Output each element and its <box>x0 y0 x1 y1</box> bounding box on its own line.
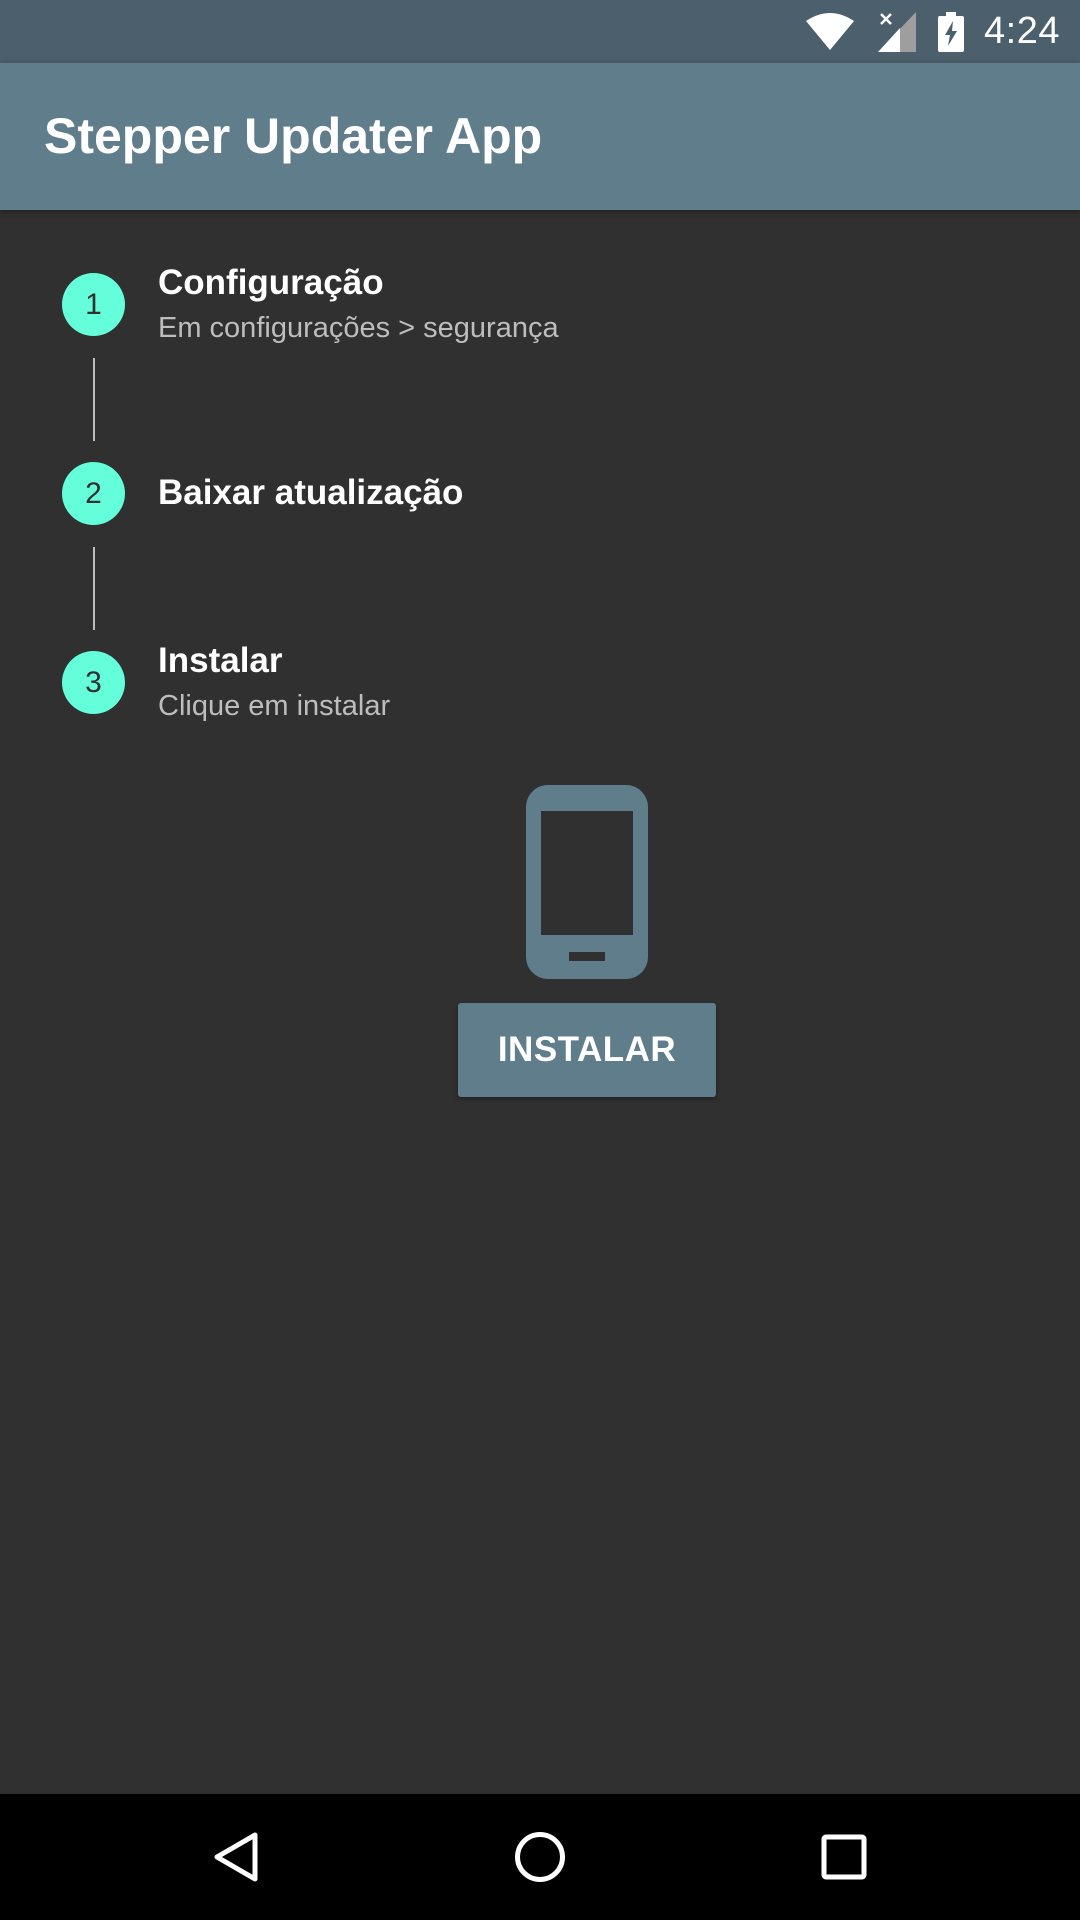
step-connector <box>93 358 95 441</box>
app-bar: Stepper Updater App <box>0 63 1080 210</box>
status-bar: 4:24 <box>0 0 1080 63</box>
home-button[interactable] <box>477 1794 603 1920</box>
recents-icon <box>821 1834 867 1880</box>
smartphone-icon <box>526 785 648 979</box>
nav-bar <box>0 1794 1080 1920</box>
status-time: 4:24 <box>984 10 1060 52</box>
recents-button[interactable] <box>781 1794 907 1920</box>
step-2-title[interactable]: Baixar atualização <box>158 473 463 513</box>
status-icons: 4:24 <box>806 0 1080 63</box>
app-title: Stepper Updater App <box>44 108 543 164</box>
step-3-subtitle: Clique em instalar <box>158 690 391 722</box>
install-button[interactable]: INSTALAR <box>458 1003 716 1097</box>
step-2-number[interactable]: 2 <box>62 462 125 525</box>
step-1-title[interactable]: Configuração <box>158 263 384 303</box>
back-icon <box>214 1832 258 1882</box>
step-3-number[interactable]: 3 <box>62 651 125 714</box>
signal-icon <box>878 11 917 52</box>
step-connector <box>93 547 95 630</box>
home-icon <box>515 1832 565 1882</box>
step-1-subtitle: Em configurações > segurança <box>158 312 559 344</box>
wifi-icon <box>806 12 855 50</box>
step-1-number[interactable]: 1 <box>62 273 125 336</box>
back-button[interactable] <box>173 1794 299 1920</box>
battery-charging-icon <box>938 11 965 52</box>
step-3-title[interactable]: Instalar <box>158 641 283 681</box>
